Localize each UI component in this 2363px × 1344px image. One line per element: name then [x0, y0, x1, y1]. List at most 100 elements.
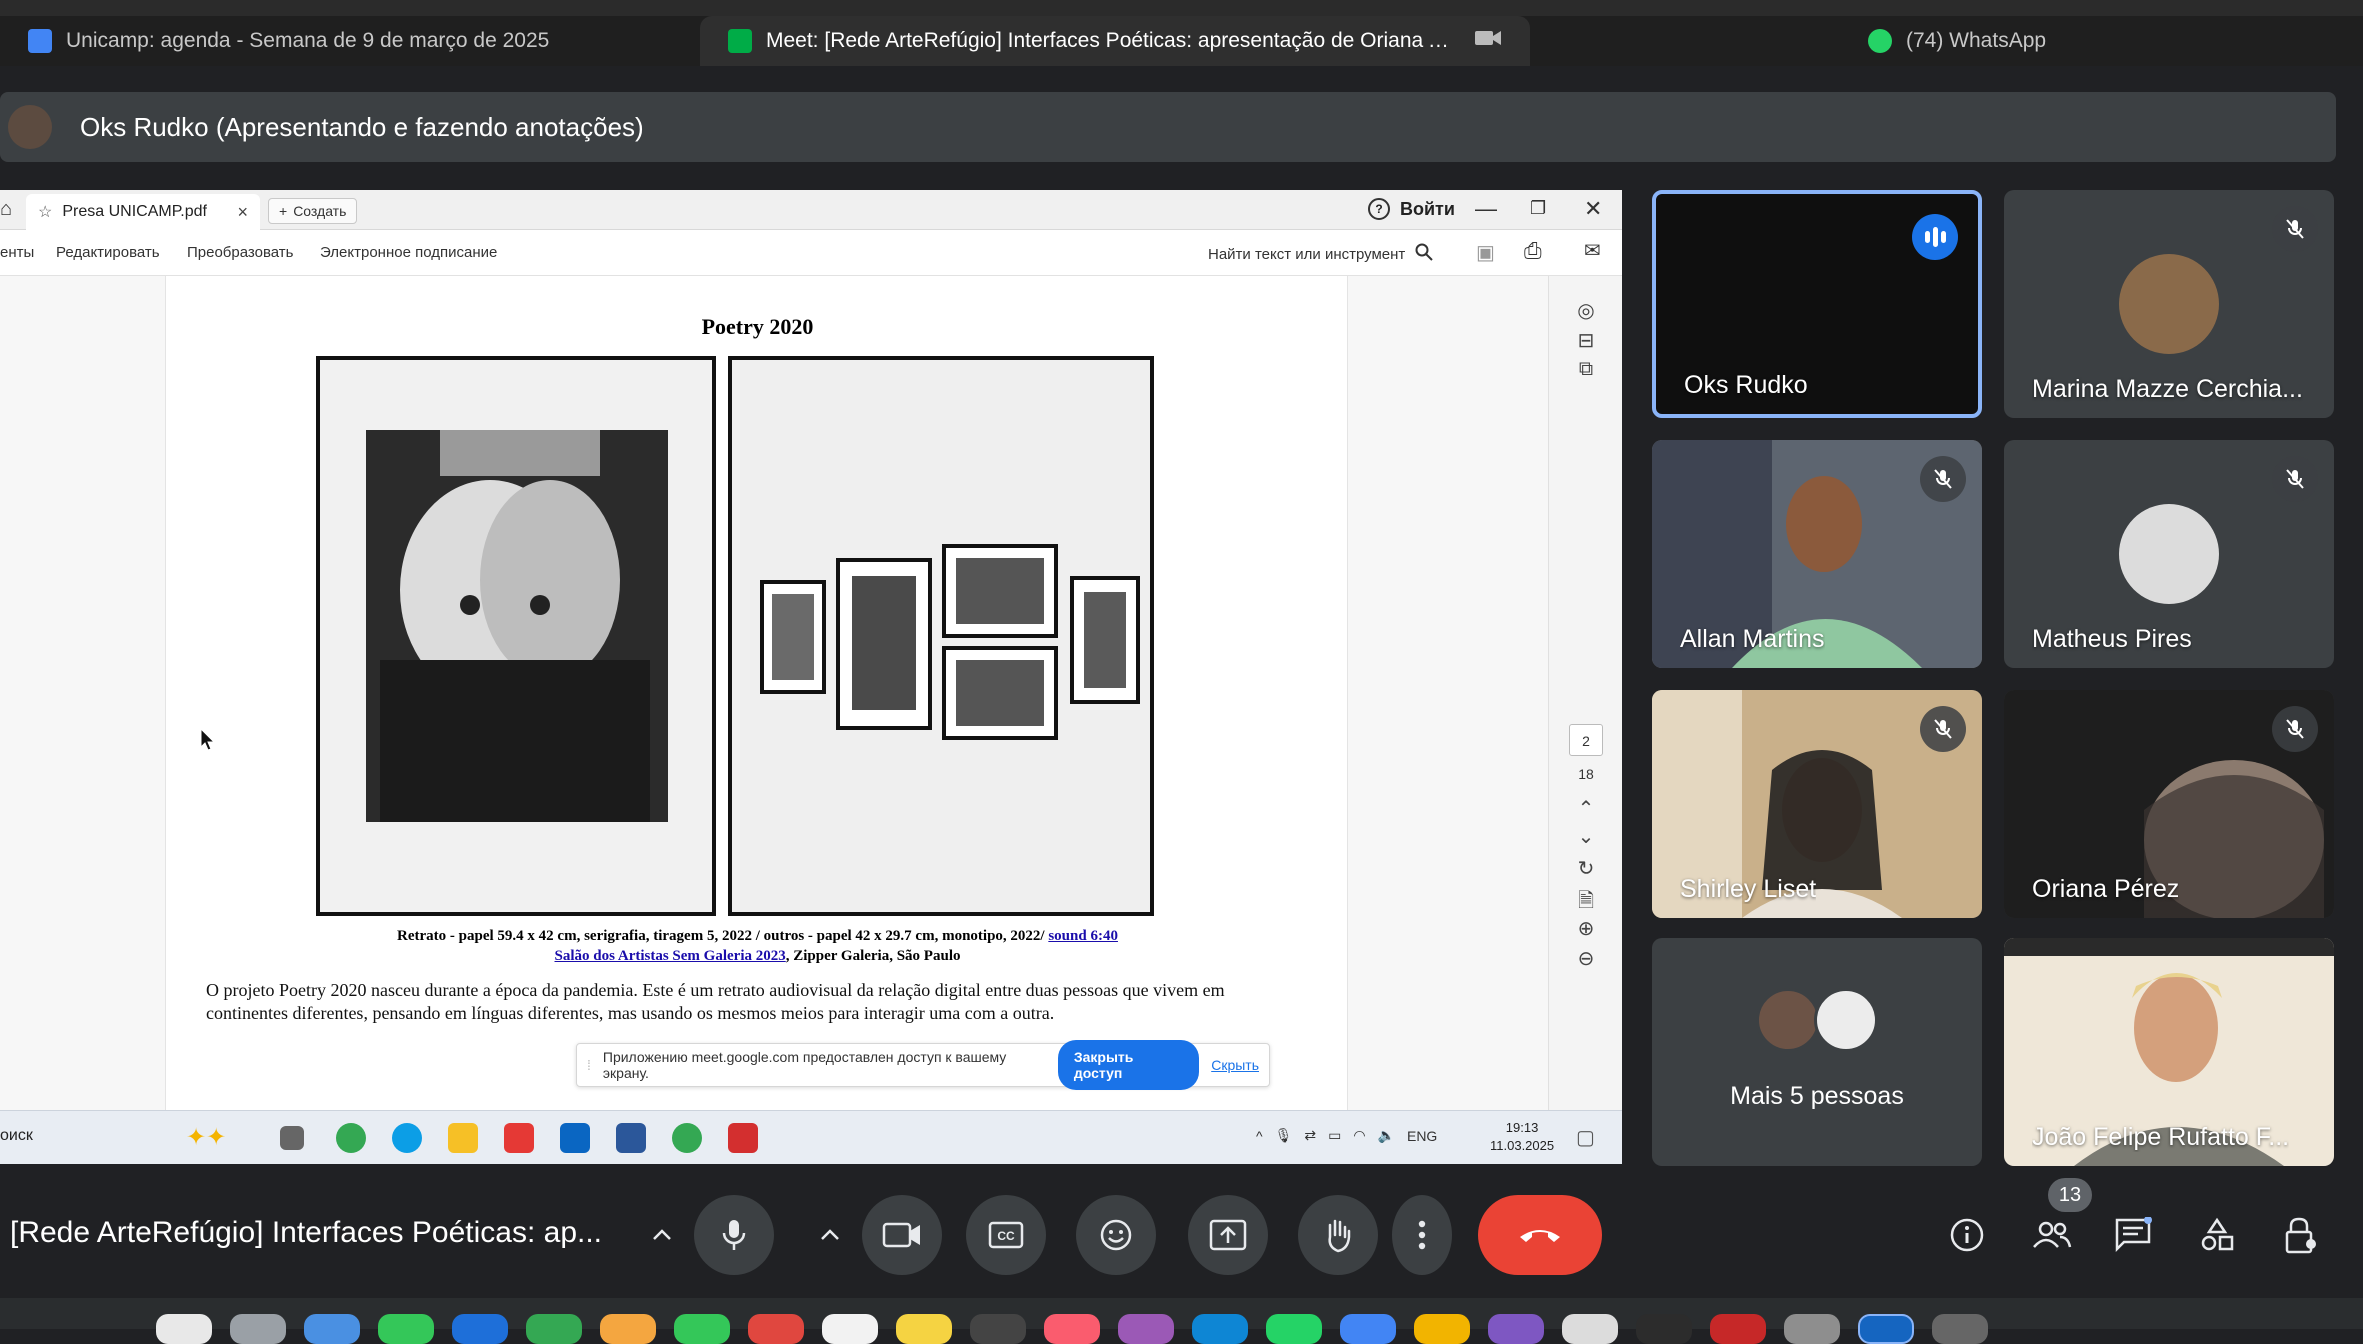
- folder-dock-icon[interactable]: [1414, 1314, 1470, 1344]
- salao-link[interactable]: Salão dos Artistas Sem Galeria 2023: [555, 948, 786, 964]
- task-view-icon[interactable]: [280, 1126, 304, 1150]
- tray-chevron-icon[interactable]: ^: [1256, 1128, 1263, 1144]
- sign-in-button[interactable]: ? Войти: [1368, 198, 1455, 220]
- zoom-in-icon[interactable]: ⊕: [1569, 916, 1603, 946]
- microphone-button[interactable]: [694, 1195, 774, 1275]
- participant-tile-marina[interactable]: Marina Mazze Cerchia...: [2004, 190, 2334, 418]
- maps-icon[interactable]: [526, 1314, 582, 1344]
- tv-icon[interactable]: [970, 1314, 1026, 1344]
- print-icon[interactable]: ⎙: [1524, 238, 1542, 264]
- comment-icon[interactable]: ◎: [1569, 298, 1603, 328]
- meet-dock-icon[interactable]: [1858, 1314, 1914, 1344]
- chevron-up-icon[interactable]: ⌃: [1569, 796, 1603, 826]
- more-options-button[interactable]: [1392, 1195, 1452, 1275]
- safari-icon[interactable]: [304, 1314, 360, 1344]
- menu-item-documents[interactable]: енты: [0, 244, 34, 261]
- preview-dock-icon[interactable]: [1784, 1314, 1840, 1344]
- tab-meet[interactable]: Meet: [Rede ArteRefúgio] Interfaces Poét…: [700, 16, 1530, 66]
- app-dock-icon[interactable]: [1488, 1314, 1544, 1344]
- menu-item-esign[interactable]: Электронное подписание: [320, 244, 497, 261]
- raise-hand-button[interactable]: [1298, 1195, 1378, 1275]
- zoom-out-icon[interactable]: ⊖: [1569, 946, 1603, 976]
- chevron-down-icon[interactable]: ⌄: [1569, 824, 1603, 854]
- activities-button[interactable]: [2192, 1210, 2242, 1260]
- launchpad-icon[interactable]: [230, 1314, 286, 1344]
- present-screen-button[interactable]: [1188, 1195, 1268, 1275]
- refresh-icon[interactable]: ↻: [1569, 856, 1603, 886]
- minimize-icon[interactable]: —: [1475, 196, 1497, 222]
- volume-icon[interactable]: 🔈: [1378, 1127, 1395, 1144]
- participant-tile-matheus[interactable]: Matheus Pires: [2004, 440, 2334, 668]
- reactions-button[interactable]: [1076, 1195, 1156, 1275]
- word-icon[interactable]: [616, 1123, 646, 1153]
- star-icon[interactable]: ☆: [38, 202, 52, 222]
- battery-icon[interactable]: ▭: [1328, 1127, 1341, 1144]
- menu-item-convert[interactable]: Преобразовать: [187, 244, 293, 261]
- bookmark-icon[interactable]: ⊟: [1569, 328, 1603, 358]
- help-icon[interactable]: ?: [1368, 198, 1390, 220]
- participant-tile-more-people[interactable]: Mais 5 pessoas: [1652, 938, 1982, 1166]
- participant-tile-joao[interactable]: João Felipe Rufatto F...: [2004, 938, 2334, 1166]
- acrobat-dock-icon[interactable]: [1710, 1314, 1766, 1344]
- find-tool[interactable]: Найти текст или инструмент: [1208, 243, 1434, 265]
- terminal-dock-icon[interactable]: [1636, 1314, 1692, 1344]
- participant-tile-shirley[interactable]: Shirley Liset: [1652, 690, 1982, 918]
- host-controls-button[interactable]: [2276, 1210, 2326, 1260]
- save-icon[interactable]: ▣: [1476, 240, 1495, 265]
- restore-icon[interactable]: ❐: [1530, 198, 1546, 219]
- pages-icon[interactable]: ⧉: [1569, 358, 1603, 388]
- finder-icon[interactable]: [156, 1314, 212, 1344]
- edge-icon[interactable]: [392, 1123, 422, 1153]
- network-icon[interactable]: ⇄: [1304, 1127, 1316, 1144]
- file-explorer-icon[interactable]: [448, 1123, 478, 1153]
- calendar-dock-icon[interactable]: [748, 1314, 804, 1344]
- sparkle-icon[interactable]: ✦✦: [186, 1123, 226, 1152]
- app-store-icon[interactable]: [1192, 1314, 1248, 1344]
- notes-icon[interactable]: [896, 1314, 952, 1344]
- trash-dock-icon[interactable]: [1932, 1314, 1988, 1344]
- taskbar-search[interactable]: оиск: [0, 1127, 33, 1145]
- outlook-icon[interactable]: [560, 1123, 590, 1153]
- drag-handle-icon[interactable]: ⁞: [587, 1057, 591, 1073]
- yandex-icon[interactable]: [504, 1123, 534, 1153]
- participant-tile-oks-rudko[interactable]: Oks Rudko: [1652, 190, 1982, 418]
- contacts-icon[interactable]: [822, 1314, 878, 1344]
- music-icon[interactable]: [1044, 1314, 1100, 1344]
- meeting-details-button[interactable]: [1942, 1210, 1992, 1260]
- acrobat-icon[interactable]: [728, 1123, 758, 1153]
- tab-unicamp-agenda[interactable]: Unicamp: agenda - Semana de 9 de março d…: [0, 16, 690, 66]
- document-icon[interactable]: 🗎: [1569, 886, 1603, 916]
- home-icon[interactable]: ⌂: [0, 198, 12, 221]
- chrome-icon[interactable]: [336, 1123, 366, 1153]
- settings-dock-icon[interactable]: [1562, 1314, 1618, 1344]
- participant-tile-oriana[interactable]: Oriana Pérez: [2004, 690, 2334, 918]
- audio-options-chevron-icon[interactable]: [632, 1205, 692, 1265]
- chrome-icon-2[interactable]: [672, 1123, 702, 1153]
- messages-icon[interactable]: [378, 1314, 434, 1344]
- page-number-field[interactable]: 2: [1569, 724, 1603, 756]
- captions-button[interactable]: CC: [966, 1195, 1046, 1275]
- camera-button[interactable]: [862, 1195, 942, 1275]
- video-options-chevron-icon[interactable]: [800, 1205, 860, 1265]
- create-button[interactable]: + Создать: [268, 198, 358, 224]
- podcasts-icon[interactable]: [1118, 1314, 1174, 1344]
- close-window-icon[interactable]: ✕: [1584, 196, 1602, 222]
- microphone-tray-icon[interactable]: 🎙: [1275, 1127, 1293, 1144]
- photos-icon[interactable]: [600, 1314, 656, 1344]
- menu-item-edit[interactable]: Редактировать: [56, 244, 160, 261]
- tab-whatsapp[interactable]: (74) WhatsApp: [1840, 16, 2140, 66]
- participant-tile-allan[interactable]: Allan Martins: [1652, 440, 1982, 668]
- notification-icon[interactable]: ▢: [1576, 1125, 1595, 1150]
- sound-link[interactable]: sound 6:40: [1048, 928, 1118, 944]
- people-button[interactable]: [2026, 1210, 2076, 1260]
- mail-dock-icon[interactable]: [452, 1314, 508, 1344]
- language-indicator[interactable]: ENG: [1407, 1128, 1437, 1144]
- wifi-icon[interactable]: ◠: [1353, 1127, 1365, 1144]
- mail-icon[interactable]: ✉: [1584, 238, 1601, 263]
- close-tab-icon[interactable]: ×: [237, 202, 248, 223]
- pdf-document-tab[interactable]: ☆ Presa UNICAMP.pdf ×: [26, 194, 260, 230]
- chat-button[interactable]: [2108, 1210, 2158, 1260]
- whatsapp-dock-icon[interactable]: [1266, 1314, 1322, 1344]
- hide-link[interactable]: Скрыть: [1211, 1057, 1259, 1073]
- facetime-icon[interactable]: [674, 1314, 730, 1344]
